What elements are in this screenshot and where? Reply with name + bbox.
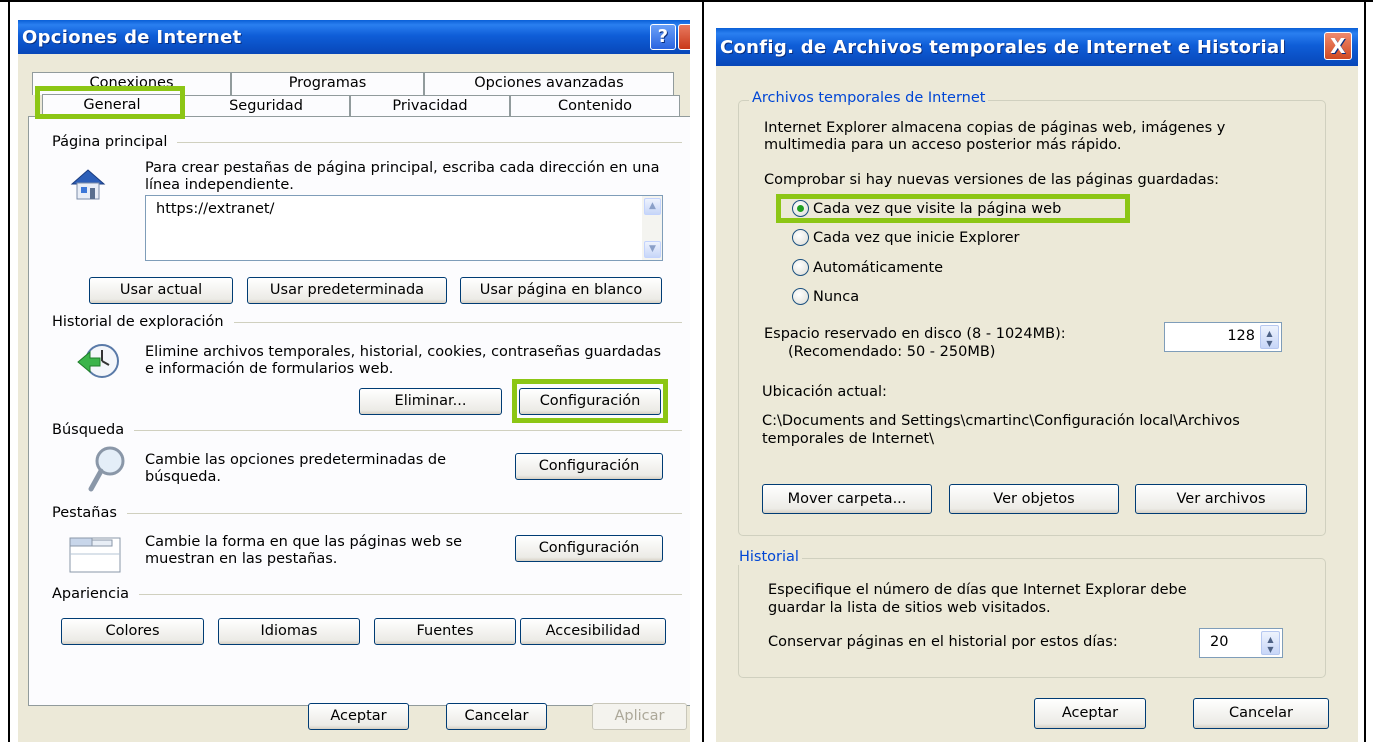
tab-contenido[interactable]: Contenido <box>510 95 680 118</box>
frame-divider <box>702 0 704 742</box>
scroll-down-icon[interactable]: ▼ <box>644 241 661 258</box>
frame-left-border <box>8 0 10 742</box>
tabs-settings-button[interactable]: Configuración <box>515 535 663 562</box>
disk-space-recommended: (Recomendado: 50 - 250MB) <box>788 344 996 360</box>
scroll-up-icon[interactable]: ▲ <box>644 198 661 215</box>
spinner-arrows-icon[interactable]: ▲ ▼ <box>1261 631 1280 655</box>
check-versions-label: Comprobar si hay nuevas versiones de las… <box>764 172 1220 188</box>
home-page-header: Página principal <box>52 134 682 150</box>
internet-options-dialog: Opciones de Internet ? Conexiones Progra… <box>18 20 690 742</box>
home-icon <box>68 164 108 204</box>
disk-space-value: 128 <box>1227 328 1255 344</box>
disk-space-label: Espacio reservado en disco (8 - 1024MB): <box>764 326 1066 342</box>
home-page-description: Para crear pestañas de página principal,… <box>145 160 660 193</box>
radio-every-visit[interactable]: Cada vez que visite la página web <box>792 200 1061 217</box>
ok-button[interactable]: Aceptar <box>308 703 409 730</box>
cancel-button[interactable]: Cancelar <box>1193 698 1329 729</box>
search-header: Búsqueda <box>52 422 682 438</box>
title-bar[interactable]: Opciones de Internet ? <box>18 20 690 54</box>
radio-every-start-icon[interactable] <box>792 229 809 246</box>
history-group <box>738 558 1326 678</box>
title-bar[interactable]: Config. de Archivos temporales de Intern… <box>716 28 1358 66</box>
tabs-header: Pestañas <box>52 505 682 521</box>
ok-button[interactable]: Aceptar <box>1034 698 1146 729</box>
help-button[interactable]: ? <box>650 24 676 50</box>
home-page-url-textarea[interactable]: https://extranet/ ▲ ▼ <box>145 195 663 261</box>
tab-strip: Conexiones Programas Opciones avanzadas … <box>18 54 690 118</box>
dialog-title: Config. de Archivos temporales de Intern… <box>720 36 1286 58</box>
use-current-button[interactable]: Usar actual <box>89 277 233 304</box>
url-scrollbar[interactable]: ▲ ▼ <box>642 196 662 260</box>
disk-space-spinner[interactable]: 128 ▲ ▼ <box>1164 322 1282 352</box>
temp-files-description: Internet Explorer almacena copias de pág… <box>764 120 1226 153</box>
use-blank-button[interactable]: Usar página en blanco <box>460 277 662 304</box>
temp-files-settings-dialog: Config. de Archivos temporales de Intern… <box>716 28 1358 742</box>
delete-history-button[interactable]: Eliminar... <box>359 388 502 415</box>
history-description-line2: guardar la lista de sitios web visitados… <box>768 600 1051 616</box>
close-icon[interactable]: X <box>1324 32 1352 60</box>
view-objects-button[interactable]: Ver objetos <box>949 484 1119 514</box>
spinner-arrows-icon[interactable]: ▲ ▼ <box>1260 325 1279 349</box>
languages-button[interactable]: Idiomas <box>218 618 360 645</box>
tabs-description: Cambie la forma en que las páginas web s… <box>145 534 463 567</box>
radio-never[interactable]: Nunca <box>792 288 859 305</box>
dialog-title: Opciones de Internet <box>22 26 242 48</box>
search-description: Cambie las opciones predeterminadas de b… <box>145 452 447 485</box>
view-files-button[interactable]: Ver archivos <box>1135 484 1307 514</box>
colors-button[interactable]: Colores <box>61 618 204 645</box>
move-folder-button[interactable]: Mover carpeta... <box>762 484 932 514</box>
close-icon[interactable] <box>678 24 690 50</box>
history-clock-icon <box>76 340 122 382</box>
tab-programas[interactable]: Programas <box>231 72 424 95</box>
tab-seguridad[interactable]: Seguridad <box>182 95 350 118</box>
history-days-label: Conservar páginas en el historial por es… <box>768 634 1118 650</box>
radio-every-visit-icon[interactable] <box>792 200 809 217</box>
history-days-value: 20 <box>1210 634 1229 650</box>
browsing-history-description: Elimine archivos temporales, historial, … <box>145 344 662 377</box>
tab-general[interactable]: General <box>42 94 182 118</box>
current-location-label: Ubicación actual: <box>762 384 887 400</box>
frame-top-border <box>0 0 1373 2</box>
current-location-path-line2: temporales de Internet\ <box>762 431 934 447</box>
tab-privacidad[interactable]: Privacidad <box>350 95 510 118</box>
fonts-button[interactable]: Fuentes <box>374 618 516 645</box>
tab-conexiones[interactable]: Conexiones <box>32 72 231 95</box>
radio-automatic[interactable]: Automáticamente <box>792 259 943 276</box>
history-description-line1: Especifique el número de días que Intern… <box>768 582 1187 598</box>
search-icon <box>88 445 128 493</box>
radio-never-icon[interactable] <box>792 288 809 305</box>
tabs-window-icon <box>68 534 122 576</box>
frame-right-border <box>1364 0 1366 742</box>
appearance-header: Apariencia <box>52 586 682 602</box>
radio-every-start[interactable]: Cada vez que inicie Explorer <box>792 229 1020 246</box>
tab-opciones-avanzadas[interactable]: Opciones avanzadas <box>424 72 674 95</box>
use-default-button[interactable]: Usar predeterminada <box>247 277 447 304</box>
temp-files-group <box>738 100 1326 536</box>
history-legend: Historial <box>736 549 802 565</box>
home-page-url-value: https://extranet/ <box>156 201 275 217</box>
history-settings-button[interactable]: Configuración <box>519 388 661 415</box>
apply-button[interactable]: Aplicar <box>592 703 687 730</box>
accessibility-button[interactable]: Accesibilidad <box>520 618 666 645</box>
history-days-spinner[interactable]: 20 ▲ ▼ <box>1199 628 1283 658</box>
temp-files-legend: Archivos temporales de Internet <box>749 90 989 106</box>
current-location-path-line1: C:\Documents and Settings\cmartinc\Confi… <box>762 413 1240 429</box>
cancel-button[interactable]: Cancelar <box>446 703 547 730</box>
browsing-history-header: Historial de exploración <box>52 314 682 330</box>
search-settings-button[interactable]: Configuración <box>515 453 663 480</box>
radio-automatic-icon[interactable] <box>792 259 809 276</box>
